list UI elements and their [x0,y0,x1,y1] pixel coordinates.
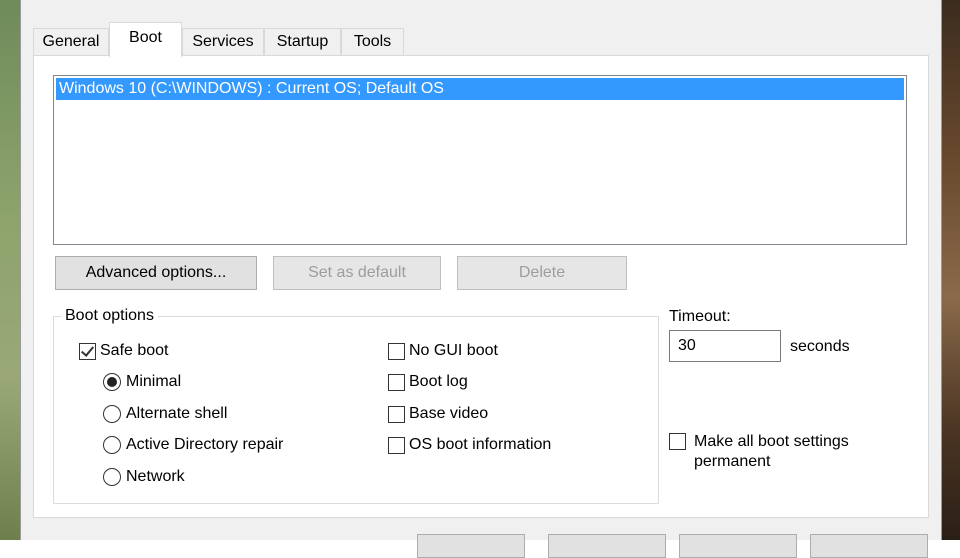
tab-boot[interactable]: Boot [109,22,182,57]
operating-system-list[interactable]: Windows 10 (C:\WINDOWS) : Current OS; De… [53,75,907,245]
checkbox-icon [388,342,405,360]
radio-minimal[interactable]: Minimal [103,370,181,394]
checkmark-icon [80,342,95,357]
base-video-checkbox[interactable]: Base video [388,402,488,426]
boot-options-title: Boot options [61,305,158,327]
radio-alternate-shell-label: Alternate shell [126,405,228,422]
radio-icon [103,436,121,454]
timeout-unit-label: seconds [790,338,850,355]
ok-button[interactable] [417,534,525,558]
radio-dot-icon [107,377,117,387]
cancel-button[interactable] [548,534,666,558]
delete-button[interactable]: Delete [457,256,627,290]
radio-icon [103,405,121,423]
no-gui-boot-checkbox[interactable]: No GUI boot [388,339,498,363]
checkbox-icon [388,405,405,423]
os-list-item[interactable]: Windows 10 (C:\WINDOWS) : Current OS; De… [56,78,904,100]
system-configuration-dialog: General Boot Services Startup Tools Wind… [20,0,942,558]
safe-boot-checkbox[interactable]: Safe boot [79,339,169,363]
timeout-input[interactable]: 30 [669,330,781,362]
tab-services[interactable]: Services [182,28,264,56]
make-permanent-label-line1: Make all boot settings [694,433,849,450]
desktop-background-right [940,0,960,540]
radio-active-directory-repair[interactable]: Active Directory repair [103,433,283,457]
tab-startup[interactable]: Startup [264,28,341,56]
radio-selected-icon [103,373,121,391]
make-permanent-label: Make all boot settings permanent [694,432,849,472]
checkbox-icon [388,373,405,391]
timeout-label: Timeout: [669,308,731,325]
no-gui-boot-label: No GUI boot [409,342,498,359]
os-boot-information-checkbox[interactable]: OS boot information [388,433,551,457]
tab-general[interactable]: General [33,28,109,56]
checkbox-checked-icon [79,342,96,360]
radio-network[interactable]: Network [103,465,185,489]
radio-icon [103,468,121,486]
tab-tools[interactable]: Tools [341,28,404,56]
base-video-label: Base video [409,405,489,422]
radio-active-directory-repair-label: Active Directory repair [126,436,284,453]
apply-button[interactable] [679,534,797,558]
radio-minimal-label: Minimal [126,373,182,390]
safe-boot-label: Safe boot [100,342,169,359]
set-as-default-button[interactable]: Set as default [273,256,441,290]
make-permanent-checkbox[interactable]: Make all boot settings permanent [669,432,849,472]
checkbox-icon [388,436,405,454]
os-boot-information-label: OS boot information [409,436,552,453]
boot-log-checkbox[interactable]: Boot log [388,370,468,394]
help-button[interactable] [810,534,928,558]
radio-alternate-shell[interactable]: Alternate shell [103,402,227,426]
advanced-options-button[interactable]: Advanced options... [55,256,257,290]
radio-network-label: Network [126,468,185,485]
make-permanent-label-line2: permanent [694,453,771,470]
boot-log-label: Boot log [409,373,468,390]
checkbox-icon [669,433,686,450]
desktop-background-left [0,0,20,540]
